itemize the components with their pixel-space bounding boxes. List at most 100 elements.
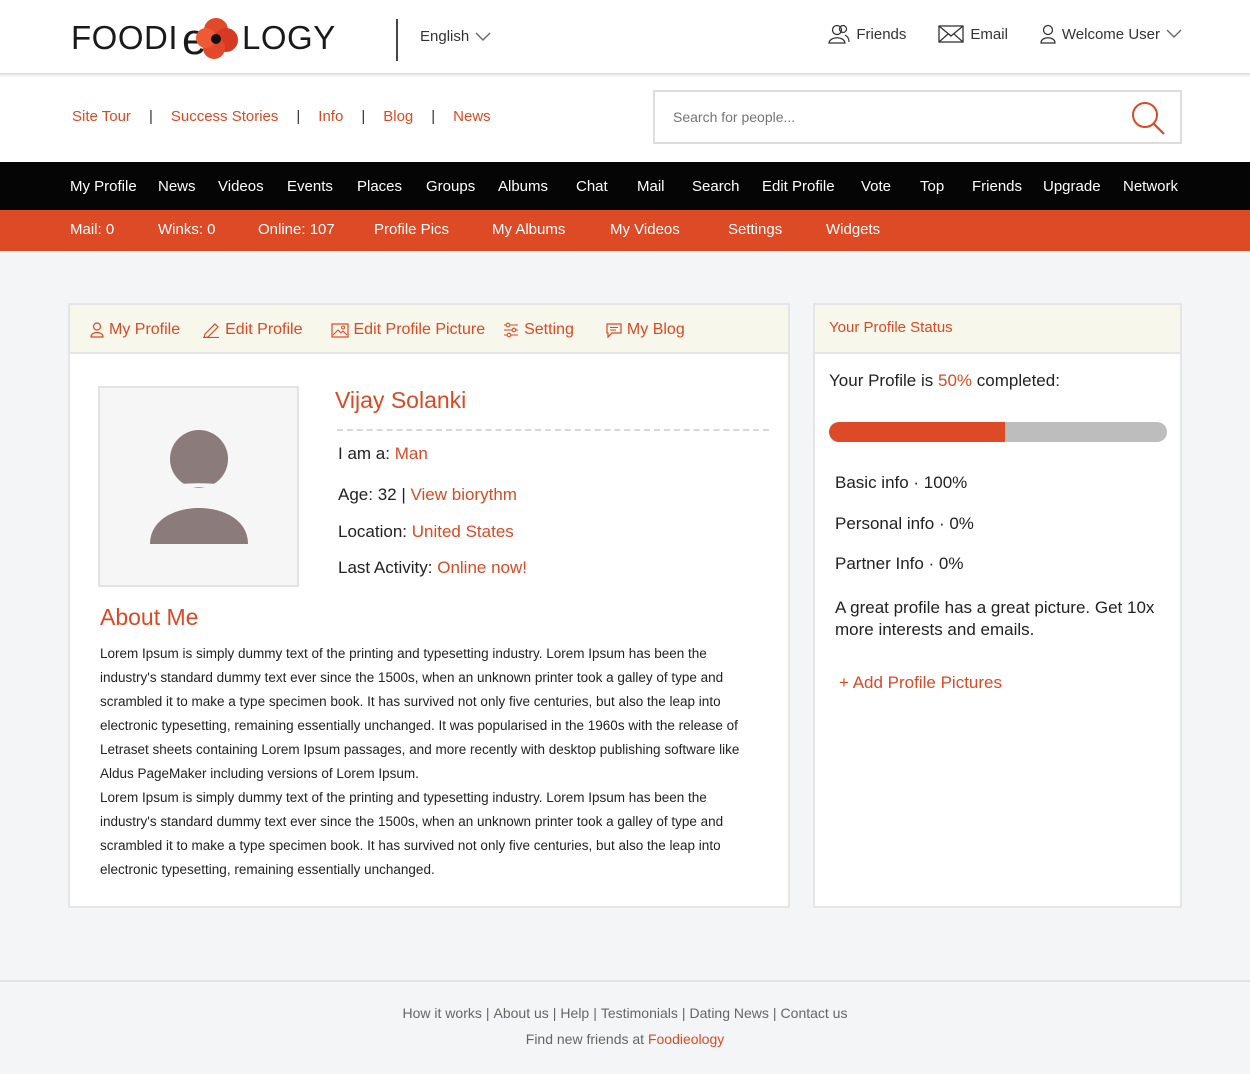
nav-places[interactable]: Places [357,178,402,195]
nav-top[interactable]: Top [920,178,944,195]
nav-edit-profile[interactable]: Edit Profile [762,178,835,195]
nav-vote[interactable]: Vote [861,178,891,195]
avatar-placeholder-icon [150,430,248,544]
language-label: English [420,28,470,45]
activity-row: Last Activity: Online now! [338,558,527,578]
nav-chat[interactable]: Chat [576,178,608,195]
profile-picture[interactable] [98,386,299,587]
success-stories-link[interactable]: Success Stories [171,108,279,125]
friends-icon [828,24,850,44]
nav-friends[interactable]: Friends [972,178,1022,195]
status-heading: Your Profile Status [829,319,953,336]
tab-my-blog[interactable]: My Blog [606,321,685,339]
view-biorythm-link[interactable]: View biorythm [410,485,516,504]
separator: | [552,1005,557,1021]
tab-setting[interactable]: Setting [503,321,574,339]
nav-albums[interactable]: Albums [498,178,548,195]
tab-edit-profile-picture[interactable]: Edit Profile Picture [330,321,486,339]
site-logo[interactable]: FOODI e LOGY [71,14,336,62]
sliders-icon [504,322,519,338]
nav-upgrade[interactable]: Upgrade [1043,178,1101,195]
friends-link[interactable]: Friends [828,24,906,44]
subnav-profile-pics[interactable]: Profile Pics [374,221,449,238]
add-profile-pictures-link[interactable]: + Add Profile Pictures [839,673,1002,693]
profile-name: Vijay Solanki [335,387,467,413]
nav-network[interactable]: Network [1123,178,1178,195]
header-divider [396,19,398,61]
footer-about-us[interactable]: About us [494,1005,549,1021]
news-link[interactable]: News [453,108,491,125]
completion-percent: 50% [938,371,973,390]
nav-events[interactable]: Events [287,178,333,195]
tab-edit-profile[interactable]: Edit Profile [202,321,303,339]
blog-link[interactable]: Blog [383,108,413,125]
about-paragraph: Lorem Ipsum is simply dummy text of the … [100,646,740,781]
about-heading: About Me [100,604,199,630]
progress-fill [829,422,1005,442]
profile-tabs-header: My Profile Edit Profile Edit Profile Pic… [70,305,788,354]
search-icon[interactable] [1130,100,1166,136]
user-icon [1040,24,1056,44]
logo-text-right: LOGY [242,19,336,56]
separator: | [681,1005,686,1021]
language-selector[interactable]: English [420,28,491,45]
tab-my-profile[interactable]: My Profile [90,321,180,339]
separator: | [296,108,301,125]
info-link[interactable]: Info [318,108,343,125]
tab-label: Edit Profile Picture [353,321,486,338]
subnav-mail-count[interactable]: Mail: 0 [70,221,114,238]
nav-my-profile[interactable]: My Profile [70,178,137,195]
footer-help[interactable]: Help [560,1005,589,1021]
footer-dating-news[interactable]: Dating News [690,1005,769,1021]
gender-value: Man [394,444,428,463]
separator: | [431,108,436,125]
subnav-my-videos[interactable]: My Videos [610,221,680,238]
poppy-logo-icon: e [182,15,238,62]
partner-info-status: Partner Info · 0% [835,554,964,573]
user-menu[interactable]: Welcome User [1040,24,1182,44]
tab-label: Setting [524,321,574,338]
separator: | [361,108,366,125]
subnav-settings[interactable]: Settings [728,221,782,238]
nav-groups[interactable]: Groups [426,178,475,195]
separator: | [485,1005,490,1021]
tab-label: My Blog [626,321,685,338]
email-link[interactable]: Email [938,24,1008,44]
subnav-winks-count[interactable]: Winks: 0 [158,221,216,238]
subnav-online-count[interactable]: Online: 107 [258,221,335,238]
completion-suffix: completed: [976,371,1060,390]
name-divider [337,429,769,431]
footer-testimonials[interactable]: Testimonials [601,1005,678,1021]
nav-videos[interactable]: Videos [218,178,264,195]
foodieology-link[interactable]: Foodieology [648,1031,724,1047]
profile-card: My Profile Edit Profile Edit Profile Pic… [68,303,790,908]
subnav-widgets[interactable]: Widgets [826,221,880,238]
logo-text-left: FOODI [71,19,178,56]
subnav-my-albums[interactable]: My Albums [492,221,565,238]
about-paragraph: Lorem Ipsum is simply dummy text of the … [100,790,724,877]
comment-icon [606,322,622,338]
personal-info-status: Personal info · 0% [835,514,974,533]
main-nav: My Profile News Videos Events Places Gro… [0,162,1250,210]
about-text: Lorem Ipsum is simply dummy text of the … [100,642,765,882]
nav-news[interactable]: News [158,178,196,195]
user-icon [90,322,104,338]
completion-progress-bar [829,422,1167,442]
profile-tip: A great profile has a great picture. Get… [835,598,1155,639]
sub-header: Site Tour | Success Stories | Info | Blo… [0,77,1250,162]
status-header: Your Profile Status [815,305,1180,354]
search-input[interactable] [673,106,1093,128]
footer-how-it-works[interactable]: How it works [403,1005,482,1021]
age-label: Age: 32 | [338,485,406,504]
nav-search[interactable]: Search [692,178,740,195]
pencil-icon [203,323,220,338]
separator: | [148,108,153,125]
email-label: Email [970,25,1008,43]
separator: | [593,1005,597,1021]
footer-contact-us[interactable]: Contact us [781,1005,848,1021]
nav-mail[interactable]: Mail [637,178,665,195]
site-tour-link[interactable]: Site Tour [72,108,131,125]
location-value: United States [411,522,514,541]
footer-tagline: Find new friends at Foodieology [0,1031,1250,1047]
gender-label: I am a: [338,444,390,463]
